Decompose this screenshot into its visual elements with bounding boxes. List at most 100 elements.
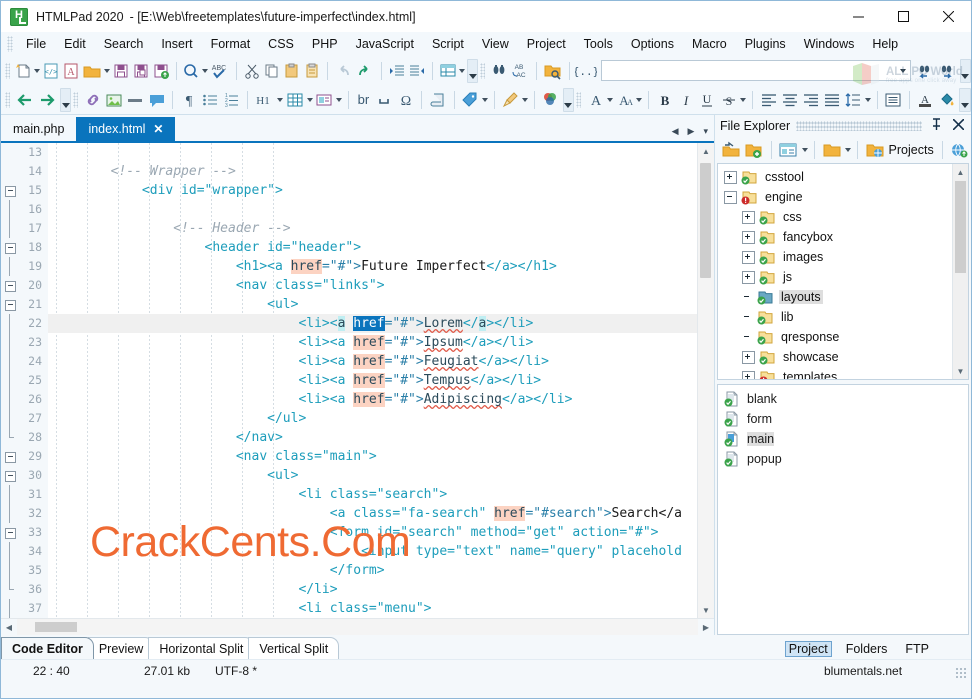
scroll-up-icon[interactable]: ▲ (698, 143, 714, 159)
quick-find-input[interactable] (601, 60, 911, 81)
form-dropdown-icon[interactable] (335, 88, 343, 112)
menu-plugins[interactable]: Plugins (736, 35, 795, 53)
code-line[interactable]: <nav class="main"> (48, 447, 697, 466)
comment-icon[interactable] (147, 88, 166, 112)
tree-item[interactable]: layouts (718, 287, 952, 307)
script-icon[interactable] (428, 88, 447, 112)
align-right-icon[interactable] (801, 88, 820, 112)
tab-horizontal-split[interactable]: Horizontal Split (148, 637, 255, 659)
tab-prev-icon[interactable]: ◀ (672, 126, 679, 137)
menu-css[interactable]: CSS (259, 35, 303, 53)
underline-icon[interactable]: U (698, 88, 717, 112)
italic-icon[interactable]: I (676, 88, 695, 112)
clipboard-icon[interactable] (303, 59, 321, 83)
code-line[interactable] (48, 200, 697, 219)
menu-help[interactable]: Help (863, 35, 907, 53)
brush-dropdown-icon[interactable] (521, 88, 529, 112)
cut-icon[interactable] (243, 59, 261, 83)
redo-icon[interactable] (355, 59, 375, 83)
align-center-icon[interactable] (780, 88, 799, 112)
toolbar-overflow-button[interactable] (467, 58, 479, 83)
code-line[interactable]: </ul> (48, 409, 697, 428)
file-list-item[interactable]: form (718, 409, 968, 429)
outdent-icon[interactable] (408, 59, 426, 83)
special-character-icon[interactable]: Ω (396, 88, 415, 112)
tree-scroll-up-icon[interactable]: ▲ (953, 164, 968, 180)
hscroll-track[interactable] (17, 619, 698, 635)
nbsp-icon[interactable] (374, 88, 394, 112)
menu-php[interactable]: PHP (303, 35, 347, 53)
menu-view[interactable]: View (473, 35, 518, 53)
code-line[interactable]: <a class="fa-search" href="#search">Sear… (48, 504, 697, 523)
fold-toggle-icon[interactable] (5, 300, 16, 311)
fold-toggle-icon[interactable] (5, 186, 16, 197)
toolbar2-grip-3[interactable] (576, 91, 581, 108)
file-list-item[interactable]: popup (718, 449, 968, 469)
hscroll-right-icon[interactable]: ▶ (698, 619, 714, 635)
tree-scroll-thumb[interactable] (955, 181, 966, 273)
tab-index-html[interactable]: index.html ✕ (76, 117, 176, 141)
menu-macro[interactable]: Macro (683, 35, 736, 53)
code-line[interactable]: <ul> (48, 295, 697, 314)
toolbar-overflow-button-2[interactable] (959, 58, 971, 83)
quick-find-dropdown-icon[interactable] (896, 69, 910, 73)
font-dropdown-icon[interactable] (606, 88, 614, 112)
toolbar2-grip-2[interactable] (73, 91, 79, 108)
code-editor-area[interactable]: 13 14 15 16 17 18 19 20 21 22 23 24 25 26 27 28 29 30 31 32… (1, 143, 714, 618)
menu-windows[interactable]: Windows (795, 35, 864, 53)
find-icon[interactable] (182, 59, 200, 83)
find-dropdown-icon[interactable] (201, 59, 209, 83)
file-list[interactable]: blank form main popup (717, 384, 969, 635)
projects-label[interactable]: Projects (889, 143, 934, 157)
heading-dropdown-icon[interactable] (276, 88, 284, 112)
color-wheel-icon[interactable] (540, 88, 559, 112)
code-line[interactable]: <li><a href="#">Lorem</a></li> (48, 314, 697, 333)
save-as-icon[interactable] (132, 59, 150, 83)
toolbar-grip-2[interactable] (480, 62, 485, 79)
menu-script[interactable]: Script (423, 35, 473, 53)
tab-list-icon[interactable]: ▾ (703, 126, 708, 137)
fold-toggle-icon[interactable] (5, 471, 16, 482)
numbered-list-icon[interactable]: 123 (221, 88, 240, 112)
undo-icon[interactable] (333, 59, 353, 83)
file-list-item[interactable]: blank (718, 389, 968, 409)
code-line[interactable]: </nav> (48, 428, 697, 447)
view-mode-icon[interactable] (778, 138, 799, 162)
menu-options[interactable]: Options (622, 35, 683, 53)
editor-horizontal-scrollbar[interactable]: ◀ ▶ (1, 618, 714, 635)
horizontal-rule-icon[interactable] (126, 88, 145, 112)
tree-item[interactable]: images (718, 247, 952, 267)
image-icon[interactable] (104, 88, 123, 112)
code-line[interactable]: <li class="menu"> (48, 599, 697, 618)
new-file-icon[interactable] (14, 59, 33, 83)
bold-icon[interactable]: B (655, 88, 674, 112)
tree-item[interactable]: css (718, 207, 952, 227)
tab-next-icon[interactable]: ▶ (688, 126, 695, 137)
editor-vertical-scrollbar[interactable]: ▲ ▼ (697, 143, 714, 618)
insert-table-icon[interactable] (439, 59, 457, 83)
menu-insert[interactable]: Insert (152, 35, 201, 53)
toolbar2-grip[interactable] (5, 91, 10, 108)
save-icon[interactable] (112, 59, 130, 83)
menu-search[interactable]: Search (95, 35, 153, 53)
fill-color-icon[interactable] (937, 88, 956, 112)
align-left-icon[interactable] (759, 88, 778, 112)
table-dropdown-icon[interactable] (306, 88, 314, 112)
fold-toggle-icon[interactable] (5, 281, 16, 292)
table-icon[interactable] (285, 88, 304, 112)
new-html-icon[interactable]: </> (42, 59, 60, 83)
paragraph-icon[interactable]: ¶ (179, 88, 198, 112)
code-line[interactable]: <li><a href="#">Ipsum</a></li> (48, 333, 697, 352)
menu-tools[interactable]: Tools (575, 35, 622, 53)
maximize-button[interactable] (881, 1, 926, 32)
block-icon[interactable] (884, 88, 903, 112)
font-color-icon[interactable]: A (916, 88, 935, 112)
strikethrough-dropdown-icon[interactable] (739, 88, 747, 112)
code-line[interactable]: </form> (48, 561, 697, 580)
code-line[interactable]: <li><a href="#">Tempus</a></li> (48, 371, 697, 390)
insert-table-dropdown-icon[interactable] (458, 59, 466, 83)
pin-icon[interactable] (928, 118, 944, 134)
expand-icon[interactable] (742, 250, 755, 264)
tag-icon[interactable] (460, 88, 479, 112)
code-line[interactable]: <form id="search" method="get" action="#… (48, 523, 697, 542)
